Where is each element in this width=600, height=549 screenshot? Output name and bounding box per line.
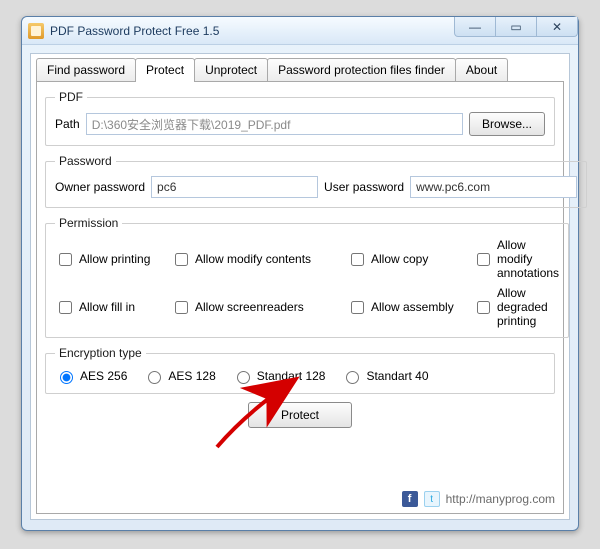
facebook-icon[interactable]: f [402, 491, 418, 507]
group-permission: Permission Allow printing Allow modify c… [45, 216, 569, 338]
checkbox-allow-modify-contents[interactable] [175, 253, 188, 266]
close-button[interactable]: ✕ [536, 17, 578, 37]
browse-button[interactable]: Browse... [469, 112, 545, 136]
titlebar[interactable]: PDF Password Protect Free 1.5 — ▭ ✕ [22, 17, 578, 45]
radio-aes256[interactable]: AES 256 [55, 368, 127, 384]
app-icon [28, 23, 44, 39]
legend-pdf: PDF [55, 90, 87, 104]
maximize-button[interactable]: ▭ [495, 17, 537, 37]
group-pdf: PDF Path Browse... [45, 90, 555, 146]
footer: f t http://manyprog.com [402, 491, 555, 507]
radio-input-aes256[interactable] [60, 371, 73, 384]
radio-aes128[interactable]: AES 128 [143, 368, 215, 384]
tabpage-protect: PDF Path Browse... Password Owner passwo… [36, 81, 564, 514]
path-input[interactable] [86, 113, 463, 135]
checkbox-allow-assembly[interactable] [351, 301, 364, 314]
client-area: Find password Protect Unprotect Password… [30, 53, 570, 520]
legend-permission: Permission [55, 216, 122, 230]
checkbox-allow-screenreaders[interactable] [175, 301, 188, 314]
user-password-input[interactable] [410, 176, 577, 198]
chk-allow-fill-in[interactable]: Allow fill in [55, 286, 165, 328]
label-user-password: User password [324, 180, 404, 194]
minimize-button[interactable]: — [454, 17, 496, 37]
radio-input-standart40[interactable] [346, 371, 359, 384]
owner-password-input[interactable] [151, 176, 318, 198]
label-path: Path [55, 117, 80, 131]
legend-encryption: Encryption type [55, 346, 146, 360]
chk-allow-copy[interactable]: Allow copy [347, 238, 467, 280]
legend-password: Password [55, 154, 116, 168]
checkbox-allow-modify-annotations[interactable] [477, 253, 490, 266]
twitter-icon[interactable]: t [424, 491, 440, 507]
group-encryption: Encryption type AES 256 AES 128 Standart… [45, 346, 555, 394]
protect-button[interactable]: Protect [248, 402, 352, 428]
checkbox-allow-fill-in[interactable] [59, 301, 72, 314]
radio-standart40[interactable]: Standart 40 [341, 368, 428, 384]
tab-finder[interactable]: Password protection files finder [267, 58, 456, 81]
group-password: Password Owner password User password [45, 154, 587, 208]
chk-allow-screenreaders[interactable]: Allow screenreaders [171, 286, 341, 328]
app-window: PDF Password Protect Free 1.5 — ▭ ✕ Find… [21, 16, 579, 531]
tab-protect[interactable]: Protect [135, 58, 195, 82]
checkbox-allow-printing[interactable] [59, 253, 72, 266]
radio-input-aes128[interactable] [148, 371, 161, 384]
tab-unprotect[interactable]: Unprotect [194, 58, 268, 81]
window-controls: — ▭ ✕ [455, 17, 578, 37]
chk-allow-assembly[interactable]: Allow assembly [347, 286, 467, 328]
chk-allow-printing[interactable]: Allow printing [55, 238, 165, 280]
footer-link[interactable]: http://manyprog.com [446, 492, 555, 506]
checkbox-allow-copy[interactable] [351, 253, 364, 266]
radio-standart128[interactable]: Standart 128 [232, 368, 326, 384]
checkbox-allow-degraded-printing[interactable] [477, 301, 490, 314]
tab-find-password[interactable]: Find password [36, 58, 136, 81]
label-owner-password: Owner password [55, 180, 145, 194]
tab-strip: Find password Protect Unprotect Password… [31, 54, 569, 81]
chk-allow-modify-annotations[interactable]: Allow modify annotations [473, 238, 559, 280]
chk-allow-modify-contents[interactable]: Allow modify contents [171, 238, 341, 280]
chk-allow-degraded-printing[interactable]: Allow degraded printing [473, 286, 559, 328]
window-title: PDF Password Protect Free 1.5 [50, 24, 219, 38]
radio-input-standart128[interactable] [237, 371, 250, 384]
tab-about[interactable]: About [455, 58, 508, 81]
